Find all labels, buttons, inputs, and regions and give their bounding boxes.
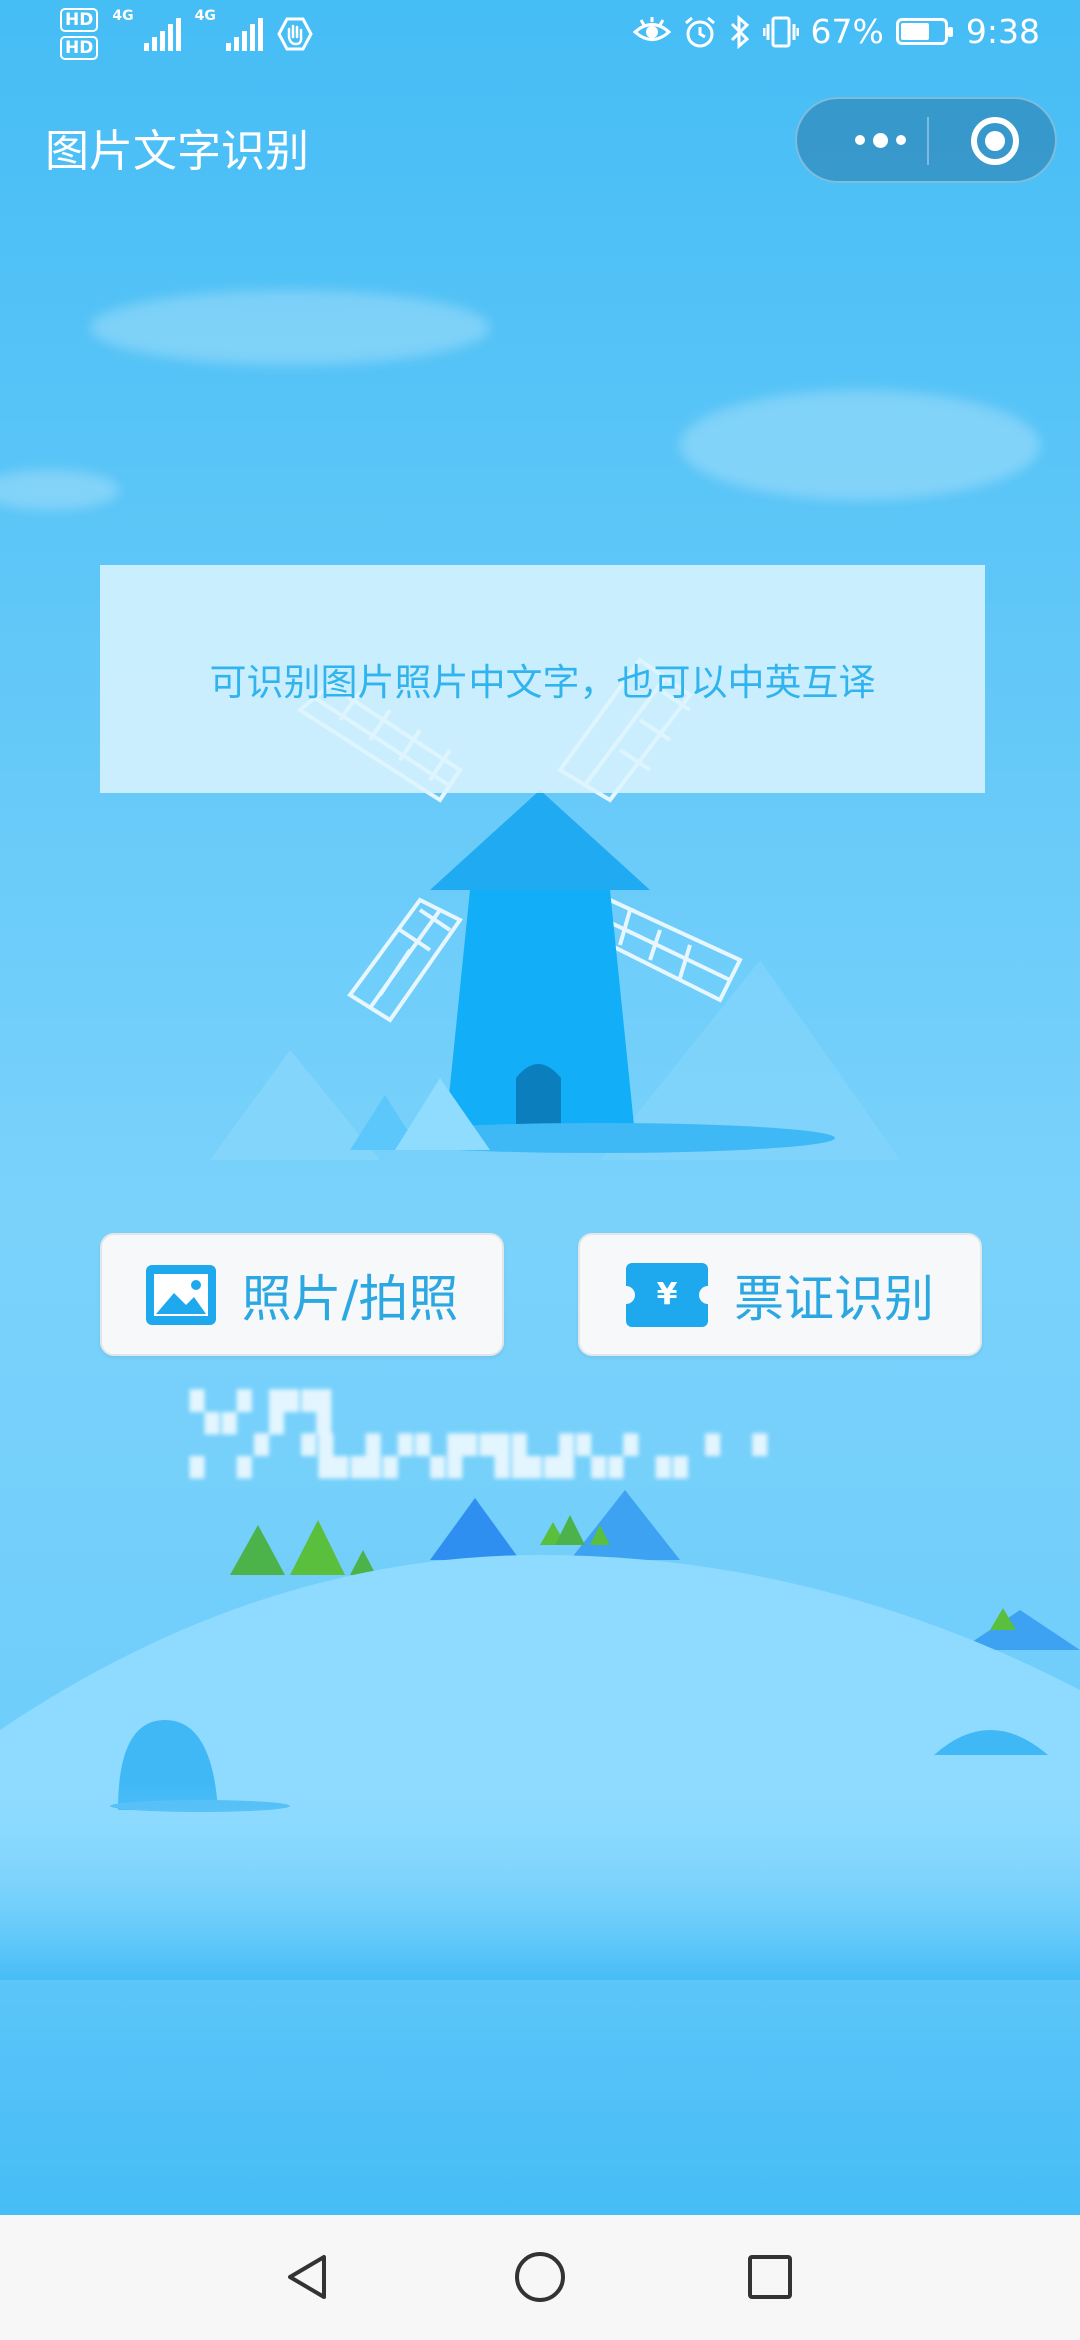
capsule-divider — [927, 117, 929, 165]
cloud-decoration — [0, 470, 120, 510]
page-title: 图片文字识别 — [45, 126, 309, 177]
system-navigation-bar — [0, 2215, 1080, 2340]
alarm-icon — [684, 16, 715, 47]
cloud-decoration — [680, 390, 1040, 500]
photo-button-label: 照片/拍照 — [241, 1269, 459, 1328]
info-banner: 可识别图片照片中文字，也可以中英互译 — [100, 565, 985, 793]
home-circle-icon[interactable] — [508, 2245, 572, 2309]
more-dots-icon[interactable] — [835, 99, 925, 181]
image-icon — [145, 1264, 216, 1325]
recents-square-icon[interactable] — [738, 2245, 802, 2309]
ticket-button[interactable]: ¥ 票证识别 — [578, 1233, 982, 1356]
network-type-1: 4G — [112, 8, 134, 24]
ticket-button-label: 票证识别 — [734, 1269, 934, 1328]
hd-badge-2: HD — [60, 36, 99, 60]
ticket-yen-glyph: ¥ — [656, 1277, 678, 1312]
cloud-decoration — [90, 290, 490, 365]
battery-icon — [895, 18, 953, 45]
network-type-2: 4G — [194, 8, 216, 24]
menu-capsule — [795, 97, 1057, 183]
ticket-yen-icon: ¥ — [617, 1262, 717, 1327]
target-circle-icon[interactable] — [971, 117, 1019, 165]
app-screen: HD HD 4G 4G 67% 9:38 图片文字识别 可识别图片照片中文字，也… — [0, 0, 1080, 2215]
signal-icon — [143, 17, 181, 51]
mini-program-navbar: 图片文字识别 — [0, 95, 1080, 195]
battery-percent: 67% — [810, 12, 884, 51]
clock-time: 9:38 — [965, 12, 1040, 51]
vibrate-icon — [762, 16, 799, 47]
obscured-text: ▚▞ ▛▜ ▖▗▘▝▙▟▞▚▛▜▙▟▚▞▗▖▘▝ — [190, 1390, 771, 1478]
photo-button[interactable]: 照片/拍照 — [100, 1233, 504, 1356]
banner-text: 可识别图片照片中文字，也可以中英互译 — [209, 661, 876, 704]
status-bar: HD HD 4G 4G 67% 9:38 — [0, 0, 1080, 75]
hd-badge-1: HD — [60, 8, 99, 32]
hill-landscape — [0, 1490, 1080, 1980]
back-triangle-icon[interactable] — [276, 2245, 340, 2309]
hand-icon — [277, 17, 313, 51]
signal-icon — [225, 17, 263, 51]
bluetooth-icon — [730, 14, 749, 49]
eye-icon — [632, 16, 671, 41]
